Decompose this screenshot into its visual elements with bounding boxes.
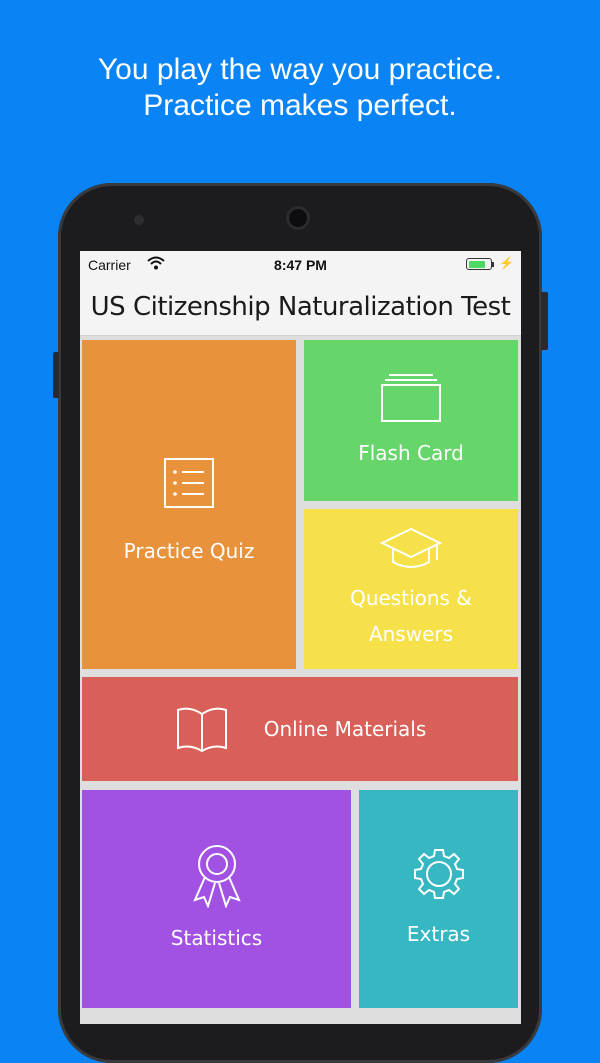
extras-tile[interactable]: Extras (359, 790, 518, 1008)
promo-headline: You play the way you practice. Practice … (0, 52, 600, 124)
questions-answers-tile[interactable]: Questions & Answers (304, 509, 518, 669)
status-time: 8:47 PM (274, 257, 327, 273)
graduation-cap-icon (379, 527, 443, 568)
battery-level (468, 260, 485, 268)
front-camera (286, 206, 310, 230)
volume-button (53, 352, 59, 398)
power-button (541, 292, 548, 350)
practice-quiz-label: Practice Quiz (123, 538, 255, 563)
promo-line-1: You play the way you practice. (97, 53, 503, 86)
questions-answers-label: Questions & Answers (350, 586, 472, 646)
battery-tip (492, 262, 494, 267)
online-materials-label: Online Materials (263, 717, 427, 741)
battery-icon (466, 258, 492, 270)
charging-bolt-icon: ⚡ (499, 256, 514, 270)
online-materials-tile[interactable]: Online Materials (82, 677, 518, 781)
flash-card-label: Flash Card (358, 440, 464, 465)
status-bar: Carrier 8:47 PM ⚡ (80, 251, 521, 279)
statistics-tile[interactable]: Statistics (82, 790, 351, 1008)
list-icon (164, 457, 214, 508)
app-title: US Citizenship Naturalization Test (80, 279, 521, 336)
app-screen: Carrier 8:47 PM ⚡ US Citizenship Natural… (80, 251, 521, 1024)
award-ribbon-icon (192, 845, 241, 908)
flash-card-tile[interactable]: Flash Card (304, 340, 518, 501)
promo-line-2: Practice makes perfect. (143, 89, 457, 122)
practice-quiz-tile[interactable]: Practice Quiz (82, 340, 296, 669)
book-icon (176, 707, 227, 753)
statistics-label: Statistics (170, 926, 263, 950)
cards-icon (381, 373, 441, 422)
front-sensor (134, 215, 144, 225)
extras-label: Extras (406, 922, 471, 946)
gear-icon (413, 849, 464, 899)
